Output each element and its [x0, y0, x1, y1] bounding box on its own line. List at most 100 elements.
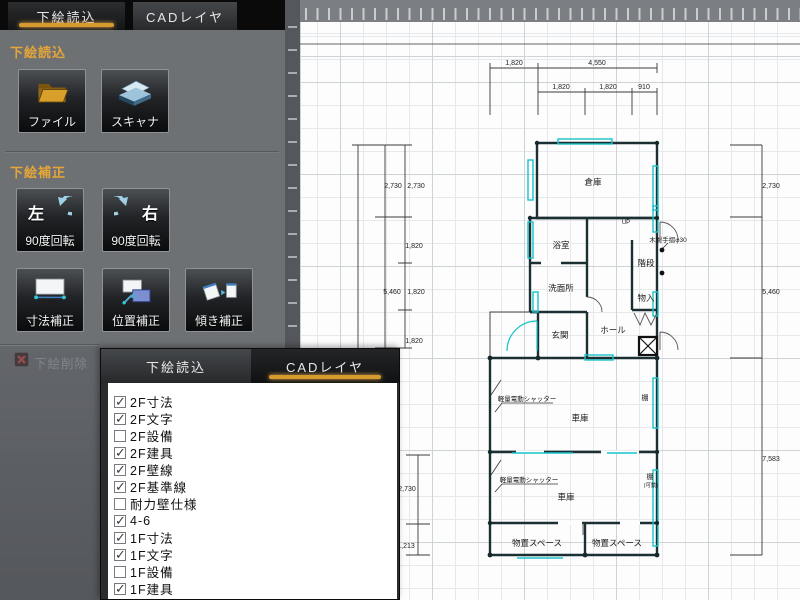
room-label: 車庫 [571, 413, 589, 423]
layer-row[interactable]: 2F設備 [114, 427, 397, 444]
delete-x-icon [14, 352, 29, 372]
sidebar-bottom-area [0, 345, 100, 600]
tab-cad-layer[interactable]: CADレイヤ [133, 2, 237, 30]
door-arcs [583, 222, 678, 535]
rotate-left-button[interactable]: 左 90度回転 [16, 188, 84, 252]
room-label: 物置スペース [512, 538, 562, 548]
position-correct-icon [103, 269, 169, 314]
tilt-correct-label: 傾き補正 [195, 314, 243, 328]
popup-tab-sketch-import[interactable]: 下絵読込 [101, 349, 251, 383]
shelf-label: 棚 [642, 393, 649, 402]
tilt-correct-button[interactable]: 傾き補正 [185, 268, 253, 332]
layer-checkbox[interactable] [114, 515, 126, 527]
file-button-label: ファイル [28, 115, 76, 129]
rotate-left-icon [46, 196, 72, 227]
rotate-right-char: 右 [142, 200, 158, 224]
room-label: 物入 [637, 293, 655, 303]
delete-sketch-button[interactable]: 下絵削除 [14, 352, 88, 372]
room-label: 車庫 [557, 492, 575, 502]
layer-checkbox[interactable] [114, 481, 126, 493]
layer-label: 4-6 [130, 514, 151, 528]
delete-sketch-label: 下絵削除 [34, 353, 88, 372]
layer-row[interactable]: 2F文字 [114, 410, 397, 427]
tab-label: CADレイヤ [146, 7, 224, 26]
popup-tab-cad-layer[interactable]: CADレイヤ [251, 349, 399, 383]
handrail-label: 木製手摺φ30 [649, 235, 687, 244]
shutter-label: 軽量電動シャッター [500, 475, 559, 484]
layer-row[interactable]: 1F建具 [114, 580, 397, 597]
layer-checkbox[interactable] [114, 396, 126, 408]
popup-tab-bar: 下絵読込 CADレイヤ [101, 349, 399, 383]
layer-checkbox-list: 2F寸法2F文字2F設備2F建具2F壁線2F基準線耐力壁仕様4-61F寸法1F文… [108, 383, 397, 599]
layer-checkbox[interactable] [114, 583, 126, 595]
layer-checkbox[interactable] [114, 430, 126, 442]
horizontal-ruler [285, 0, 800, 22]
position-correct-button[interactable]: 位置補正 [102, 268, 170, 332]
cad-windows [507, 139, 658, 558]
section-title-load: 下絵読込 [10, 42, 66, 61]
dim-label: 1,820 [552, 84, 570, 91]
dim-label: 1,820 [407, 289, 425, 296]
layer-checkbox[interactable] [114, 447, 126, 459]
separator [0, 344, 100, 346]
rotate-right-button[interactable]: 右 90度回転 [102, 188, 170, 252]
room-label: ホール [600, 325, 626, 335]
scanner-icon [102, 70, 168, 115]
room-label: 物置スペース [592, 538, 642, 548]
dim-label: 2,730 [384, 183, 402, 190]
dim-label: 1,820 [405, 338, 423, 345]
layer-row[interactable]: 2F建具 [114, 444, 397, 461]
file-button[interactable]: ファイル [18, 69, 86, 133]
room-label: 浴室 [552, 240, 570, 250]
separator [5, 151, 279, 153]
porch-outline [490, 312, 538, 358]
dim-label: 5,460 [383, 289, 401, 296]
dim-label: 2,730 [762, 183, 780, 190]
dim-label: 2,730 [398, 486, 416, 493]
dimension-labels: 1,820 4,550 1,820 1,820 910 2,730 2,730 … [383, 60, 780, 550]
tab-label: 下絵読込 [146, 357, 206, 376]
dim-label: 910 [638, 84, 650, 91]
layer-checkbox[interactable] [114, 532, 126, 544]
layer-row[interactable]: 1F寸法 [114, 529, 397, 546]
folder-icon [19, 70, 85, 115]
dim-label: 1,820 [505, 60, 523, 67]
layer-checkbox[interactable] [114, 498, 126, 510]
layer-row[interactable]: 1F文字 [114, 546, 397, 563]
rotate-left-char: 左 [28, 200, 44, 224]
handrail-dots [660, 248, 665, 276]
tilt-correct-icon [186, 269, 252, 314]
dim-label: 7,583 [762, 456, 780, 463]
layer-row[interactable]: 耐力壁仕様 [114, 495, 397, 512]
layer-checkbox[interactable] [114, 549, 126, 561]
layer-checkbox[interactable] [114, 566, 126, 578]
layer-row[interactable]: 4-6 [114, 512, 397, 529]
layer-row[interactable]: 2F寸法 [114, 393, 397, 410]
room-label: 玄関 [551, 330, 568, 340]
room-label: 階段 [637, 258, 655, 268]
scanner-button[interactable]: スキャナ [101, 69, 169, 133]
shutter-label: 軽量電動シャッター [498, 394, 557, 403]
layer-checkbox[interactable] [114, 464, 126, 476]
layer-checkbox[interactable] [114, 413, 126, 425]
leader-lines [491, 243, 668, 492]
app-window: 1,820 4,550 1,820 1,820 910 2,730 2,730 … [0, 0, 800, 600]
shelf-label: 棚 [647, 472, 654, 481]
layer-row[interactable]: 1F設備 [114, 563, 397, 580]
position-correct-label: 位置補正 [112, 314, 160, 328]
dimension-correct-button[interactable]: 123 寸法補正 [16, 268, 84, 332]
tab-label: CADレイヤ [286, 357, 364, 376]
dimension-correct-label: 寸法補正 [26, 314, 74, 328]
tab-sketch-import[interactable]: 下絵読込 [8, 2, 125, 30]
room-label: 洗面所 [548, 283, 574, 293]
layer-row[interactable]: 2F基準線 [114, 478, 397, 495]
dimension-correct-icon: 123 [17, 269, 83, 314]
shelf-note: (可動) [644, 481, 659, 489]
scanner-button-label: スキャナ [111, 115, 159, 129]
cad-layer-popup: 下絵読込 CADレイヤ 2F寸法2F文字2F設備2F建具2F壁線2F基準線耐力壁… [100, 348, 400, 600]
layer-label: 耐力壁仕様 [130, 494, 198, 513]
dim-label: 1,820 [599, 84, 617, 91]
layer-row[interactable]: 2F壁線 [114, 461, 397, 478]
room-labels: 倉庫 浴室 洗面所 玄関 ホール 階段 物入 車庫 車庫 物置スペース 物置スペ… [498, 177, 687, 548]
dim-label: 1,820 [405, 243, 423, 250]
